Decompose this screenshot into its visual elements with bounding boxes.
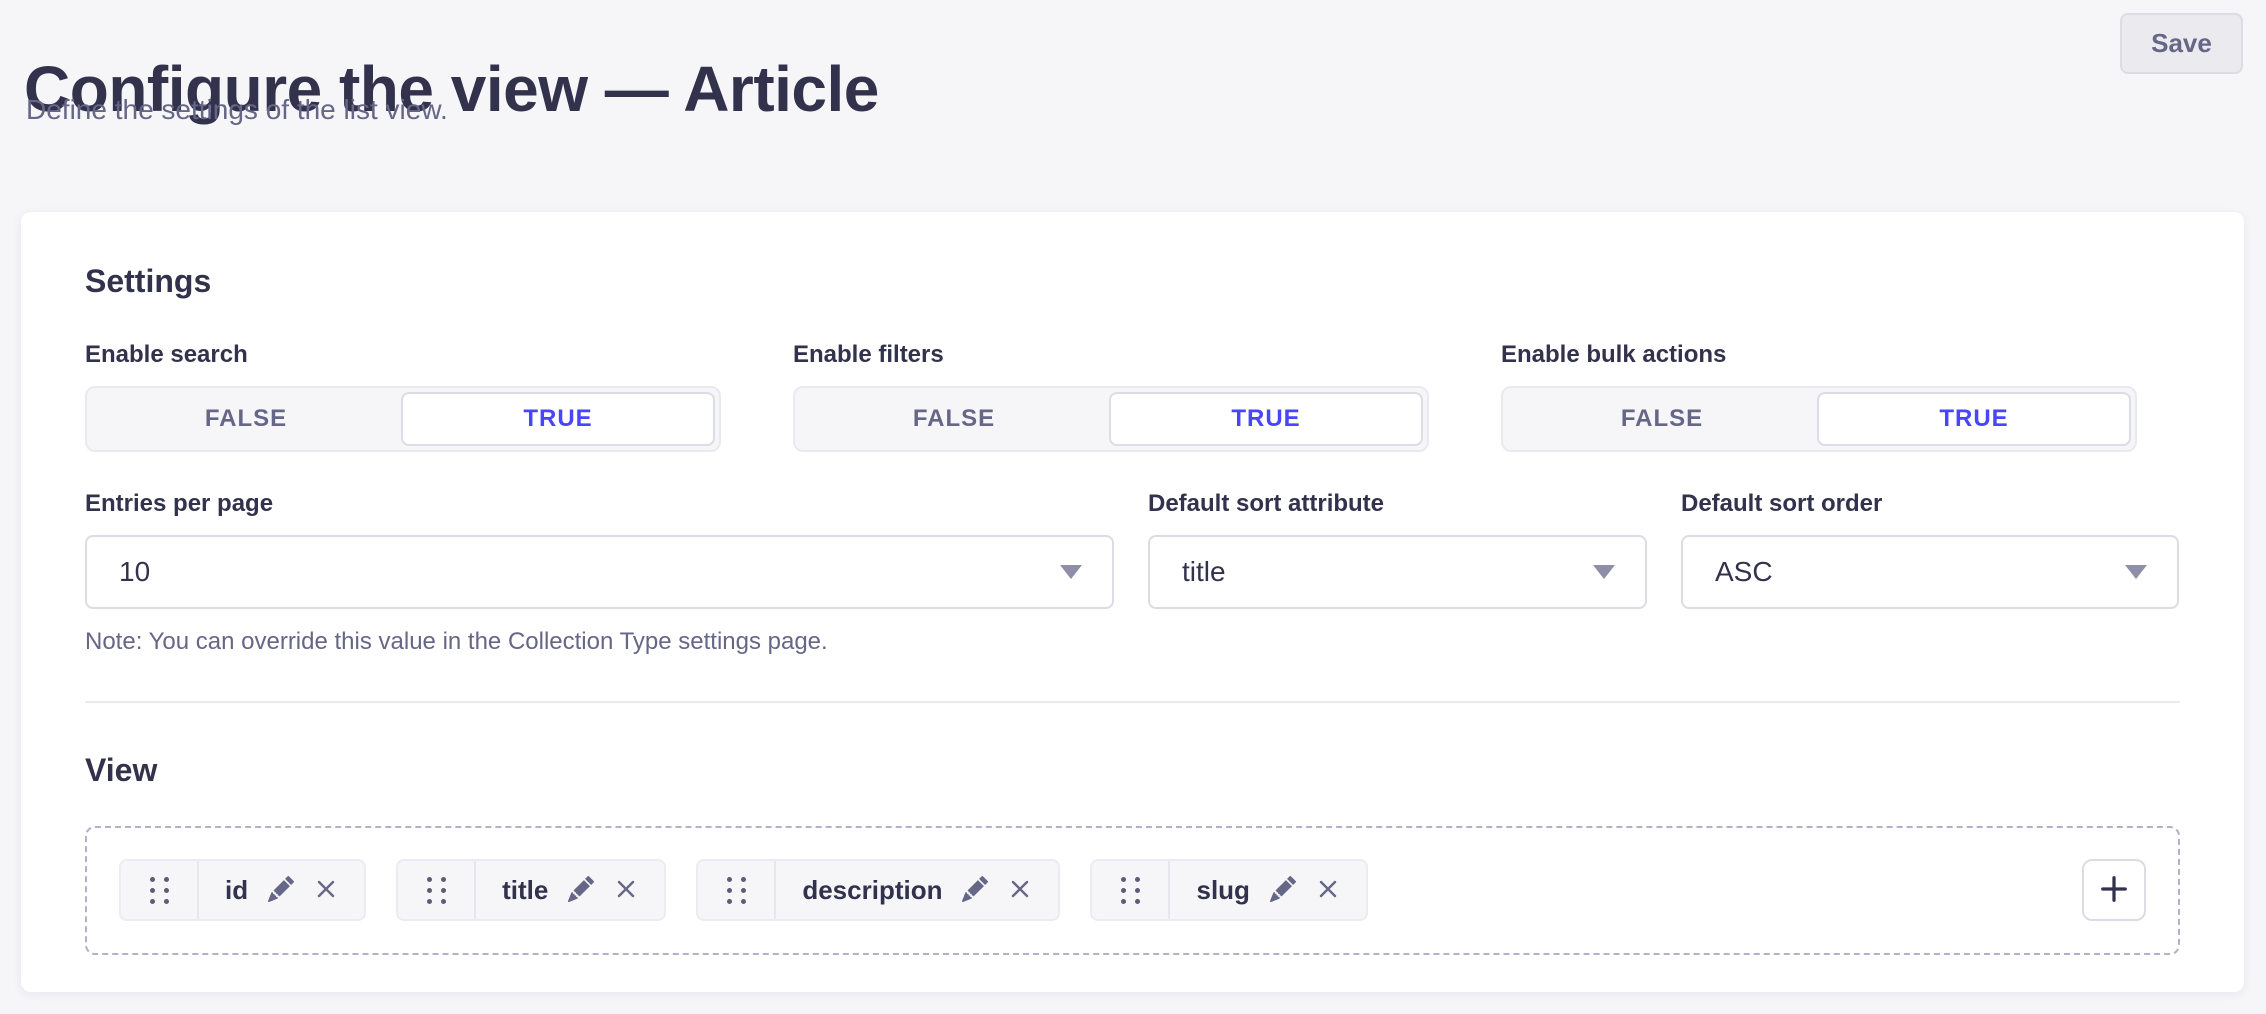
field-pill-label: id (225, 875, 248, 906)
settings-card: Settings Enable search FALSE TRUE Enable… (21, 212, 2244, 992)
drag-dots-icon (150, 877, 169, 904)
drag-dots-icon (1121, 877, 1140, 904)
select-row: Entries per page 10 Note: You can overri… (85, 490, 2180, 657)
drag-dots-icon (727, 877, 746, 904)
enable-search-toggle: FALSE TRUE (85, 386, 721, 452)
view-section-title: View (85, 753, 2180, 788)
field-pill-description[interactable]: description (696, 859, 1060, 921)
page-subtitle: Define the settings of the list view. (26, 92, 448, 128)
field-label: Enable search (85, 341, 721, 370)
edit-field-button[interactable] (1270, 876, 1296, 905)
settings-section-title: Settings (85, 264, 2180, 299)
field-pill-label: title (502, 875, 548, 906)
field-enable-bulk-actions: Enable bulk actions FALSE TRUE (1501, 341, 2137, 452)
drag-handle[interactable] (121, 861, 199, 919)
close-icon (614, 877, 638, 904)
view-fields-dropzone: id titl (85, 826, 2180, 955)
field-entries-per-page: Entries per page 10 Note: You can overri… (85, 490, 1114, 657)
field-default-sort-order: Default sort order ASC (1681, 490, 2179, 657)
pencil-icon (962, 876, 988, 905)
edit-field-button[interactable] (962, 876, 988, 905)
field-pill-id[interactable]: id (119, 859, 366, 921)
drag-handle[interactable] (1092, 861, 1170, 919)
enable-filters-toggle: FALSE TRUE (793, 386, 1429, 452)
field-label: Default sort attribute (1148, 490, 1647, 519)
field-default-sort-attribute: Default sort attribute title (1148, 490, 1647, 657)
edit-field-button[interactable] (268, 876, 294, 905)
drag-handle[interactable] (698, 861, 776, 919)
enable-search-true-option[interactable]: TRUE (401, 392, 715, 446)
enable-bulk-actions-true-option[interactable]: TRUE (1817, 392, 2131, 446)
entries-per-page-note: Note: You can override this value in the… (85, 627, 1114, 657)
remove-field-button[interactable] (314, 877, 338, 904)
section-divider (85, 701, 2180, 703)
field-label: Entries per page (85, 490, 1114, 519)
plus-icon (2099, 874, 2129, 907)
enable-bulk-actions-toggle: FALSE TRUE (1501, 386, 2137, 452)
default-sort-order-value: ASC (1715, 556, 1773, 588)
field-enable-filters: Enable filters FALSE TRUE (793, 341, 1429, 452)
caret-down-icon (1593, 565, 1615, 579)
enable-filters-false-option[interactable]: FALSE (799, 392, 1109, 446)
drag-handle[interactable] (398, 861, 476, 919)
field-enable-search: Enable search FALSE TRUE (85, 341, 721, 452)
enable-search-false-option[interactable]: FALSE (91, 392, 401, 446)
field-label: Enable bulk actions (1501, 341, 2137, 370)
default-sort-order-select[interactable]: ASC (1681, 535, 2179, 609)
default-sort-attribute-select[interactable]: title (1148, 535, 1647, 609)
remove-field-button[interactable] (1008, 877, 1032, 904)
drag-dots-icon (427, 877, 446, 904)
close-icon (1316, 877, 1340, 904)
add-field-button[interactable] (2082, 859, 2146, 921)
default-sort-attribute-value: title (1182, 556, 1226, 588)
field-label: Enable filters (793, 341, 1429, 370)
field-pill-slug[interactable]: slug (1090, 859, 1367, 921)
pencil-icon (1270, 876, 1296, 905)
field-pill-label: description (802, 875, 942, 906)
edit-field-button[interactable] (568, 876, 594, 905)
field-label: Default sort order (1681, 490, 2179, 519)
pencil-icon (568, 876, 594, 905)
caret-down-icon (2125, 565, 2147, 579)
close-icon (314, 877, 338, 904)
enable-filters-true-option[interactable]: TRUE (1109, 392, 1423, 446)
caret-down-icon (1060, 565, 1082, 579)
field-pill-title[interactable]: title (396, 859, 666, 921)
entries-per-page-select[interactable]: 10 (85, 535, 1114, 609)
entries-per-page-value: 10 (119, 556, 150, 588)
remove-field-button[interactable] (1316, 877, 1340, 904)
enable-bulk-actions-false-option[interactable]: FALSE (1507, 392, 1817, 446)
save-button[interactable]: Save (2120, 13, 2243, 74)
field-pill-label: slug (1196, 875, 1249, 906)
toggle-row: Enable search FALSE TRUE Enable filters … (85, 341, 2180, 452)
pencil-icon (268, 876, 294, 905)
remove-field-button[interactable] (614, 877, 638, 904)
close-icon (1008, 877, 1032, 904)
